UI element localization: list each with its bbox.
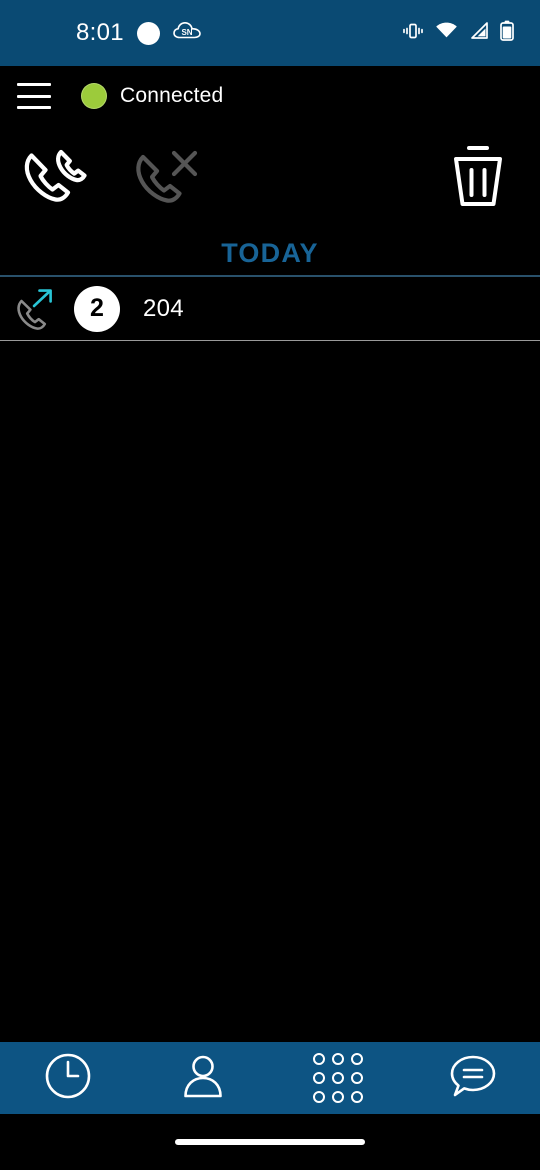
hamburger-line [17,94,51,98]
delete-button[interactable] [438,126,518,231]
clock-icon [43,1051,93,1106]
missed-calls-filter-button[interactable] [110,126,220,231]
svg-text:SN: SN [181,28,192,37]
dialpad-dot [350,1053,363,1065]
app-header: Connected [0,66,540,126]
trash-icon [447,141,509,216]
status-bar-left: 8:01 SN [0,21,201,46]
tab-messages[interactable] [405,1042,540,1114]
call-count-badge: 2 [74,285,120,332]
phone-screen: 8:01 SN Connected TODAY 2 204 [0,0,540,1170]
wifi-icon [435,21,458,45]
section-title: TODAY [221,237,319,268]
vibrate-icon [402,21,424,46]
hamburger-menu-icon[interactable] [17,83,51,109]
dialpad-dot [312,1091,325,1103]
battery-icon [500,20,514,46]
tab-contacts[interactable] [135,1042,270,1114]
status-bar-clock: 8:01 [76,19,124,46]
tab-dialpad[interactable] [270,1042,405,1114]
connection-status-label: Connected [120,84,224,107]
connection-status-dot-icon [81,83,107,109]
outgoing-call-icon [12,287,58,331]
cloud-sn-icon: SN [173,21,201,46]
all-calls-filter-button[interactable] [0,126,110,231]
call-filter-toolbar [0,126,540,231]
dialpad-dot [312,1053,325,1065]
dialpad-dot [350,1091,363,1103]
call-log-row[interactable]: 2 204 [0,277,540,341]
status-bar: 8:01 SN [0,0,540,66]
hamburger-line [17,83,51,86]
dialpad-dot [331,1053,344,1065]
dialpad-dot [331,1072,344,1084]
connection-status: Connected [81,83,223,109]
call-log-list: 2 204 [0,277,540,1042]
cellular-signal-icon [469,21,489,45]
hamburger-line [17,106,51,109]
person-icon [178,1051,228,1106]
notification-dot-icon [136,21,160,45]
bottom-navigation-bar [0,1042,540,1122]
status-bar-right [402,20,520,46]
tab-recents[interactable] [0,1042,135,1122]
message-bubble-icon [447,1051,499,1106]
system-gesture-area [0,1114,540,1170]
missed-call-icon [127,141,203,216]
dialpad-icon [312,1053,363,1103]
phone-calls-icon [17,141,93,216]
dialpad-dot [331,1091,344,1103]
call-number-label: 204 [143,294,184,322]
home-indicator[interactable] [175,1139,365,1145]
dialpad-dot [350,1072,363,1084]
section-header-today: TODAY [0,231,540,275]
dialpad-dot [312,1072,325,1084]
